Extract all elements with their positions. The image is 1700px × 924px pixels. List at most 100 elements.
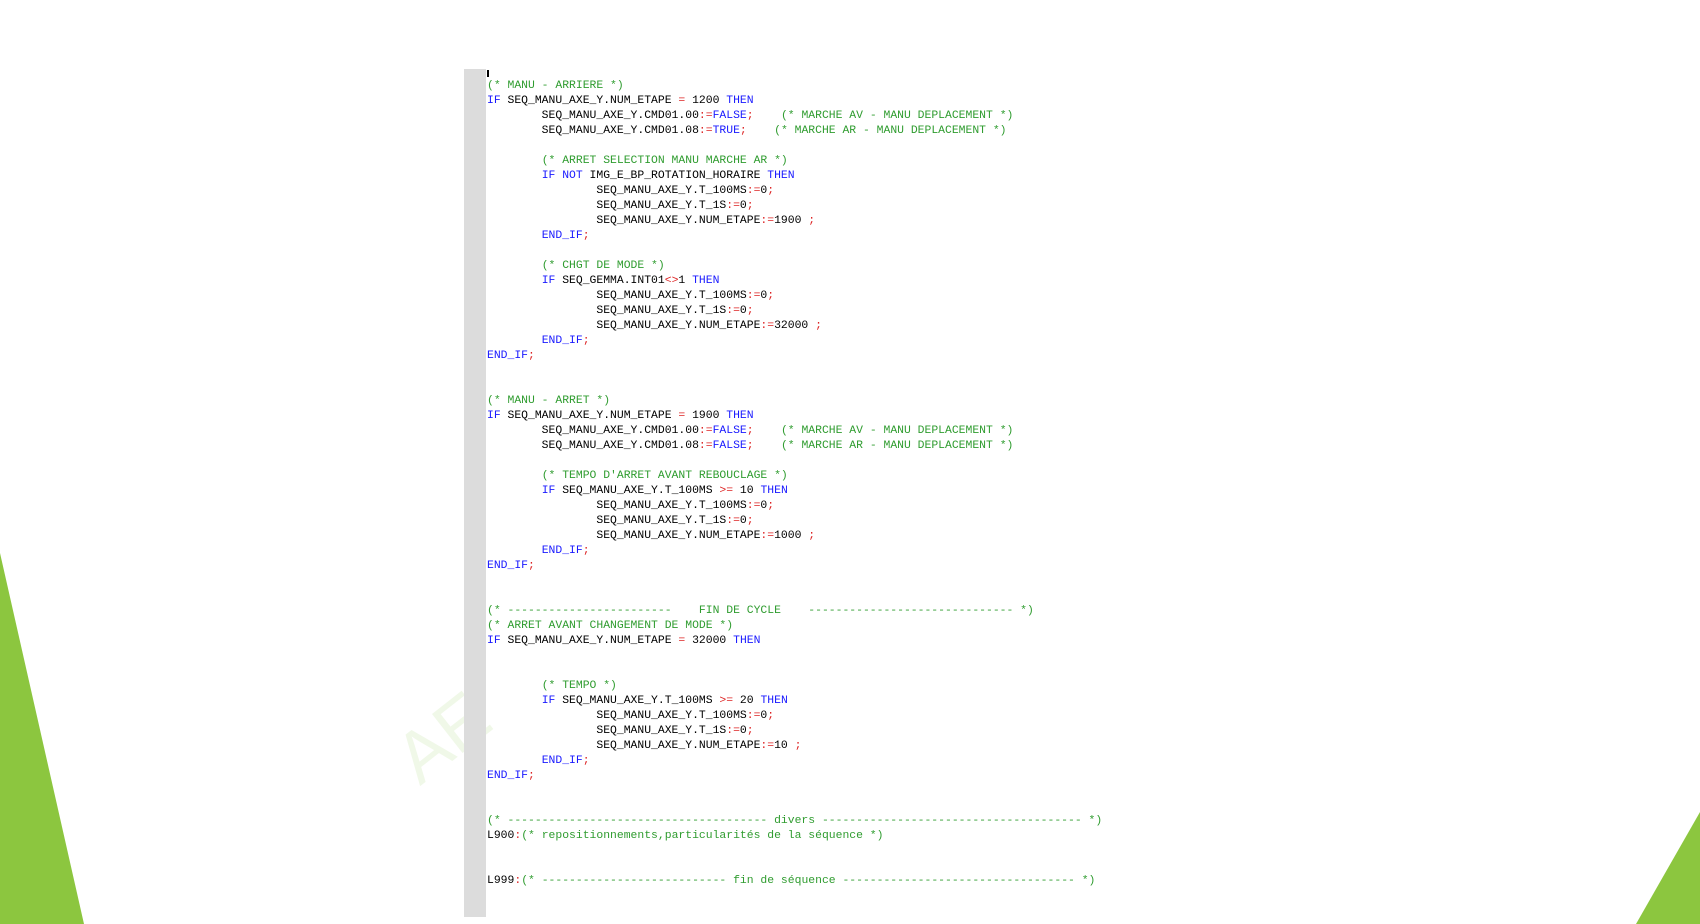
code-token: SEQ_GEMMA.INT01 [555,275,665,287]
code-token: THEN [760,485,788,497]
code-token: := [746,500,761,512]
code-token: ; [767,710,775,722]
code-line: SEQ_MANU_AXE_Y.T_1S:=0; [487,724,1102,739]
code-token: SEQ_MANU_AXE_Y.CMD01.08 [487,125,699,137]
code-token: ; [767,500,775,512]
code-token: ; [582,545,590,557]
code-line: IF SEQ_MANU_AXE_Y.T_100MS >= 10 THEN [487,484,1102,499]
code-token: THEN [692,275,720,287]
code-token: := [760,530,775,542]
code-token: END_IF [487,770,529,782]
code-line: SEQ_MANU_AXE_Y.T_1S:=0; [487,304,1102,319]
code-line: END_IF; [487,334,1102,349]
code-token: END_IF [487,560,529,572]
code-token: (* repositionnements,particularités de l… [521,830,884,842]
code-token: IF [487,410,501,422]
code-token: IF [541,275,556,287]
code-token: >= [719,695,734,707]
code-token: SEQ_MANU_AXE_Y.NUM_ETAPE [500,635,679,647]
code-line: IF SEQ_MANU_AXE_Y.NUM_ETAPE = 1200 THEN [487,94,1102,109]
code-token: SEQ_MANU_AXE_Y.CMD01.00 [487,425,699,437]
right-green-triangle-shape [1636,812,1700,924]
code-line: IF SEQ_GEMMA.INT01<>1 THEN [487,274,1102,289]
code-editor[interactable]: (* MANU - ARRIERE *) IF SEQ_MANU_AXE_Y.NU… [487,79,1102,889]
code-token: FALSE [712,110,747,122]
code-line: SEQ_MANU_AXE_Y.NUM_ETAPE:=1000 ; [487,529,1102,544]
code-line: SEQ_MANU_AXE_Y.T_1S:=0; [487,199,1102,214]
code-token: ; [746,515,754,527]
code-token: := [698,110,713,122]
code-token: IF [541,485,556,497]
code-token: SEQ_MANU_AXE_Y.T_100MS [487,290,747,302]
code-token: (* MANU - ARRIERE *) [487,80,624,92]
code-line: (* TEMPO *) [487,679,1102,694]
code-line: (* MANU - ARRET *) [487,394,1102,409]
code-line: END_IF; [487,769,1102,784]
code-token: (* ARRET AVANT CHANGEMENT DE MODE *) [487,620,734,632]
code-line: (* ARRET SELECTION MANU MARCHE AR *) [487,154,1102,169]
code-token: ; [528,770,535,782]
code-line: SEQ_MANU_AXE_Y.NUM_ETAPE:=10 ; [487,739,1102,754]
code-line: SEQ_MANU_AXE_Y.T_100MS:=0; [487,289,1102,304]
code-token: 1000 [774,530,809,542]
code-line: (* TEMPO D'ARRET AVANT REBOUCLAGE *) [487,469,1102,484]
code-token: SEQ_MANU_AXE_Y.CMD01.00 [487,110,699,122]
code-token: := [726,725,740,737]
code-token: ; [739,125,747,137]
code-token: := [698,425,713,437]
code-token: ; [746,725,754,737]
code-line: SEQ_MANU_AXE_Y.T_100MS:=0; [487,184,1102,199]
code-token: L900 [487,830,515,842]
code-token: ; [808,215,816,227]
code-token: 10 [733,485,761,497]
code-line: (* CHGT DE MODE *) [487,259,1102,274]
left-green-triangle-shape [0,553,84,924]
editor-gutter [464,69,486,917]
code-token: 0 [739,515,747,527]
code-line: SEQ_MANU_AXE_Y.CMD01.08:=FALSE; (* MARCH… [487,439,1102,454]
code-token: (* --------------------------- fin de sé… [521,875,1096,887]
code-token: ; [528,560,535,572]
code-token: 1900 [685,410,727,422]
code-line: END_IF; [487,559,1102,574]
code-token: (* ARRET SELECTION MANU MARCHE AR *) [541,155,788,167]
code-line: SEQ_MANU_AXE_Y.T_100MS:=0; [487,709,1102,724]
code-line: L999:(* --------------------------- fin … [487,874,1102,889]
code-token: ; [746,305,754,317]
code-token: 1200 [685,95,727,107]
code-line: (* MANU - ARRIERE *) [487,79,1102,94]
code-token: 0 [739,200,747,212]
code-token: := [726,305,740,317]
code-line: END_IF; [487,754,1102,769]
code-token: ; [746,425,754,437]
code-line: IF SEQ_MANU_AXE_Y.T_100MS >= 20 THEN [487,694,1102,709]
code-line: IF SEQ_MANU_AXE_Y.NUM_ETAPE = 1900 THEN [487,409,1102,424]
code-token: := [746,290,761,302]
code-token: THEN [726,410,754,422]
code-token: (* ------------------------ FIN DE CYCLE… [487,605,1034,617]
code-token: 1900 [774,215,809,227]
code-token: IF [487,635,501,647]
code-line: SEQ_MANU_AXE_Y.NUM_ETAPE:=32000 ; [487,319,1102,334]
code-token: 10 [774,740,795,752]
code-line: IF NOT IMG_E_BP_ROTATION_HORAIRE THEN [487,169,1102,184]
code-token: >= [719,485,734,497]
code-token: := [746,710,761,722]
code-token: SEQ_MANU_AXE_Y.T_1S [487,200,727,212]
code-token: := [760,320,775,332]
